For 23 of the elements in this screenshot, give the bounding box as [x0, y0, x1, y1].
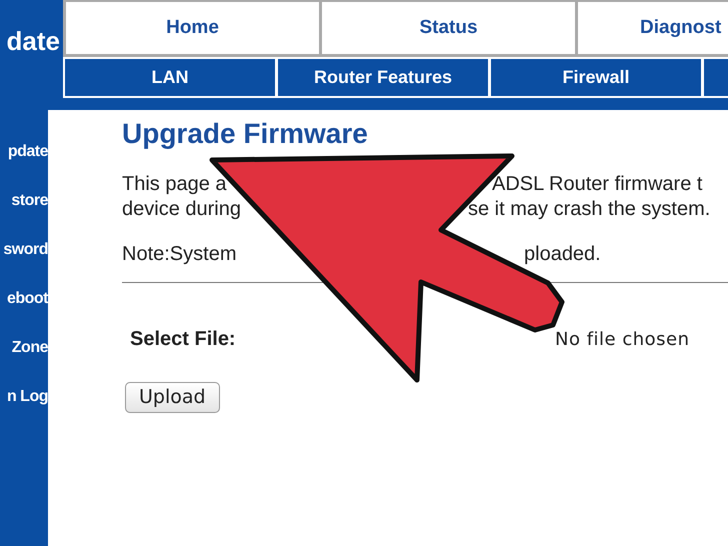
upload-button[interactable]: Upload	[125, 382, 220, 413]
select-file-label: Select File:	[130, 327, 237, 352]
sidebar-item[interactable]: pdate	[8, 142, 48, 191]
sidebar-item[interactable]: store	[11, 191, 48, 240]
sub-nav-tab[interactable]: Router Features	[278, 59, 488, 96]
sidebar-item[interactable]: n Log	[6, 387, 48, 436]
sidebar-item[interactable]: Zone	[12, 338, 48, 387]
page-title: Upgrade Firmware	[122, 117, 369, 151]
text-fragment: se it may crash the system.	[468, 197, 710, 222]
sub-nav-tab[interactable]: Firewall	[491, 59, 701, 96]
sub-nav-tab[interactable]: LAN	[65, 59, 275, 96]
text-fragment: ploaded.	[524, 242, 601, 267]
text-fragment: ADSL Router firmware t	[492, 172, 702, 197]
nav-tab[interactable]: Diagnost	[578, 2, 728, 54]
text-fragment: device during	[122, 197, 242, 222]
text-fragment: This page a	[122, 172, 228, 197]
file-status: No file chosen	[555, 328, 690, 352]
sidebar-item[interactable]: eboot	[6, 289, 48, 338]
router-title: date	[6, 28, 61, 54]
text-fragment: Note:System	[122, 242, 238, 267]
sidebar-item[interactable]: sword	[3, 240, 48, 289]
nav-tab[interactable]: Status	[322, 2, 575, 54]
nav-tab[interactable]: Home	[66, 2, 319, 54]
